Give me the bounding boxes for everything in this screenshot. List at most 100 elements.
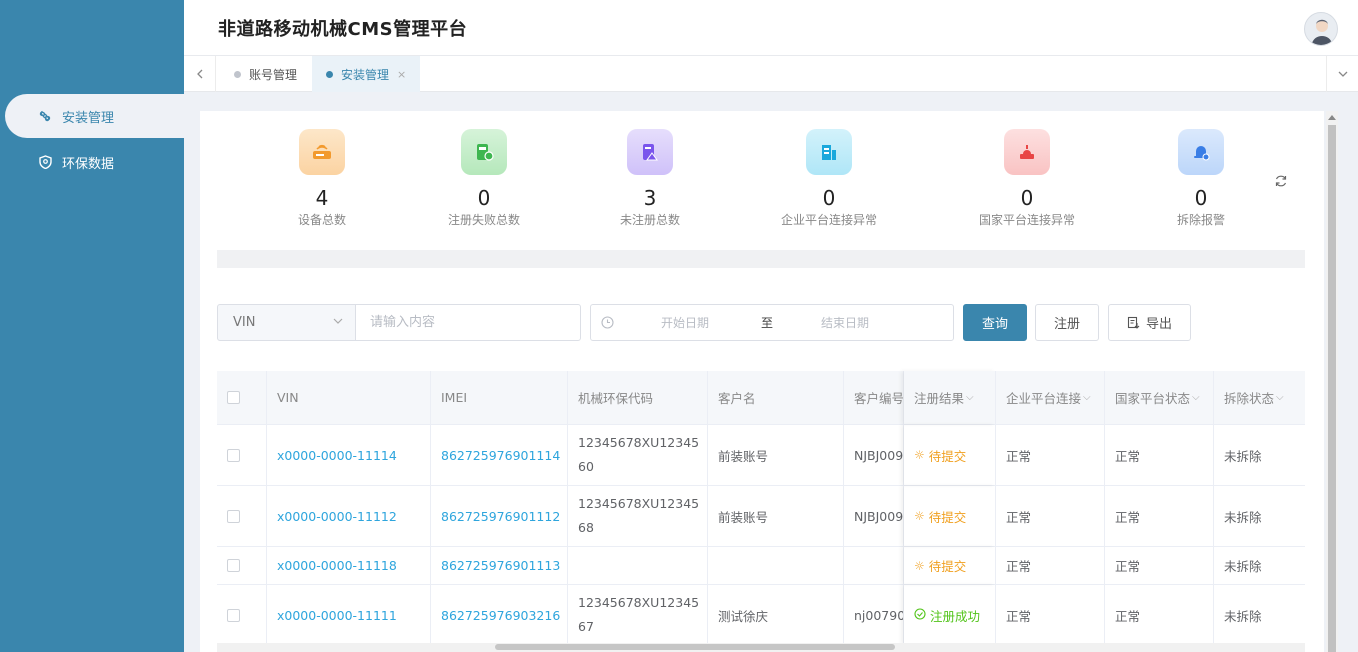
table-row[interactable]: x0000-0000-11112 862725976901112 1234567… [217, 486, 1305, 547]
table-row[interactable]: x0000-0000-11111 862725976903216 1234567… [217, 585, 1305, 646]
loading-icon: ☼ [914, 558, 925, 573]
bell-icon [1178, 129, 1224, 175]
table-row[interactable]: x0000-0000-11114 862725976901114 1234567… [217, 425, 1305, 486]
query-button-label: 查询 [981, 317, 1008, 332]
imei-link[interactable]: 862725976901113 [431, 547, 568, 584]
tab-label: 账号管理 [249, 67, 298, 82]
register-result-cell: ☼ 待提交 [904, 547, 996, 584]
code-cell: 12345678XU1234567 [568, 585, 708, 645]
removal-status-cell: 未拆除 [1224, 448, 1262, 464]
stat-value: 3 [643, 186, 657, 210]
enterprise-conn-cell: 正常 [996, 547, 1105, 584]
unregistered-icon [627, 129, 673, 175]
register-result-cell: ☼ 待提交 [904, 425, 996, 485]
result-label: 注册成功 [930, 608, 981, 624]
row-checkbox[interactable] [227, 509, 240, 523]
sidebar-item-install[interactable]: 安装管理 [5, 94, 189, 138]
col-header-national-status[interactable]: 国家平台状态 ⌵ [1105, 371, 1214, 424]
tab-install-management[interactable]: 安装管理 × [312, 56, 421, 92]
stat-national-conn: 0 国家平台连接异常 [927, 129, 1127, 228]
code-cell: 12345678XU1234568 [568, 486, 708, 546]
tab-label: 安装管理 [341, 67, 390, 82]
top-header: 非道路移动机械CMS管理平台 [184, 0, 1358, 56]
shield-icon [38, 155, 52, 169]
chevron-down-icon [1338, 71, 1347, 77]
chevron-down-icon [333, 318, 343, 324]
stat-value: 0 [1020, 186, 1034, 210]
scrollbar-thumb[interactable] [1328, 125, 1336, 652]
col-header-customer-no: 客户编号 [844, 371, 904, 424]
scrollbar-thumb[interactable] [495, 644, 895, 650]
tabs-scroll-left-button[interactable] [184, 56, 216, 92]
router-icon [299, 129, 345, 175]
customer-no-cell: NJBJ009 [844, 425, 904, 485]
export-button-label: 导出 [1145, 317, 1172, 332]
search-input[interactable] [355, 304, 581, 341]
table-horizontal-scrollbar[interactable] [217, 643, 1305, 652]
tabs-dropdown-button[interactable] [1326, 56, 1358, 92]
register-result-cell: ☼ 待提交 [904, 486, 996, 546]
enterprise-conn-cell: 正常 [996, 486, 1105, 546]
building-icon [806, 129, 852, 175]
start-date-input[interactable]: 开始日期 [661, 314, 709, 331]
imei-link[interactable]: 862725976901112 [431, 486, 568, 546]
user-avatar-icon [1311, 19, 1333, 45]
customer-no-cell: nj007908 [844, 585, 904, 645]
loading-icon: ☼ [914, 448, 925, 462]
query-button[interactable]: 查询 [963, 304, 1027, 341]
refresh-icon[interactable] [1274, 174, 1288, 188]
enterprise-conn-cell: 正常 [996, 585, 1105, 645]
header-label: 客户名 [718, 391, 756, 406]
sidebar-item-env-data[interactable]: 环保数据 [0, 140, 114, 184]
close-icon[interactable]: × [397, 68, 406, 81]
register-result-cell: 注册成功 [904, 585, 996, 645]
customer-cell: 前装账号 [708, 486, 844, 546]
col-header-register-result[interactable]: 注册结果 ⌵ [904, 371, 996, 424]
col-header-vin: VIN [267, 371, 431, 424]
sidebar-item-label: 环保数据 [62, 156, 115, 172]
col-header-enterprise-conn[interactable]: 企业平台连接 ⌵ [996, 371, 1105, 424]
removal-status-cell: 未拆除 [1224, 608, 1262, 624]
vin-link[interactable]: x0000-0000-11114 [267, 425, 431, 485]
row-checkbox[interactable] [227, 608, 240, 622]
stat-removal-alarm: 0 拆除报警 [1101, 129, 1301, 228]
stat-unregistered: 3 未注册总数 [550, 129, 750, 228]
header-label: 客户编号 [854, 391, 904, 406]
tab-account-management[interactable]: 账号管理 [220, 56, 311, 92]
end-date-input[interactable]: 结束日期 [821, 314, 869, 331]
removal-status-cell: 未拆除 [1224, 509, 1262, 525]
vin-link[interactable]: x0000-0000-11118 [267, 547, 431, 584]
register-button-label: 注册 [1053, 317, 1080, 332]
vin-link[interactable]: x0000-0000-11111 [267, 585, 431, 645]
table-row[interactable]: x0000-0000-11118 862725976901113 ☼ 待提交 正常… [217, 547, 1305, 585]
row-checkbox[interactable] [227, 448, 240, 462]
fan-icon [38, 109, 52, 123]
code-cell [568, 547, 708, 584]
imei-link[interactable]: 862725976901114 [431, 425, 568, 485]
select-all-checkbox[interactable] [227, 391, 240, 404]
alarm-light-icon [1004, 129, 1050, 175]
search-field-select[interactable]: VIN [217, 304, 356, 341]
result-label: 待提交 [928, 448, 967, 464]
col-header-removal-status[interactable]: 拆除状态 ⌵ [1214, 371, 1305, 424]
stat-value: 0 [1194, 186, 1208, 210]
date-range-picker[interactable]: 开始日期 至 结束日期 [590, 304, 954, 341]
row-checkbox[interactable] [227, 559, 240, 572]
register-button[interactable]: 注册 [1035, 304, 1099, 341]
sidebar: 安装管理 环保数据 [0, 0, 189, 652]
scroll-up-arrow-icon[interactable] [1328, 115, 1336, 120]
national-status-cell: 正常 [1105, 425, 1214, 485]
header-label: 机械环保代码 [578, 391, 654, 406]
header-label: 拆除状态 [1224, 391, 1275, 406]
row-select-cell [217, 486, 267, 546]
customer-cell [708, 547, 844, 584]
export-button[interactable]: 导出 [1108, 304, 1191, 341]
header-label: 国家平台状态 [1115, 391, 1191, 406]
avatar[interactable] [1304, 12, 1338, 46]
export-icon [1127, 316, 1140, 329]
vin-link[interactable]: x0000-0000-11112 [267, 486, 431, 546]
loading-icon: ☼ [914, 509, 925, 523]
imei-link[interactable]: 862725976903216 [431, 585, 568, 645]
page-vertical-scrollbar[interactable] [1326, 111, 1338, 652]
stat-label: 国家平台连接异常 [978, 213, 1075, 227]
